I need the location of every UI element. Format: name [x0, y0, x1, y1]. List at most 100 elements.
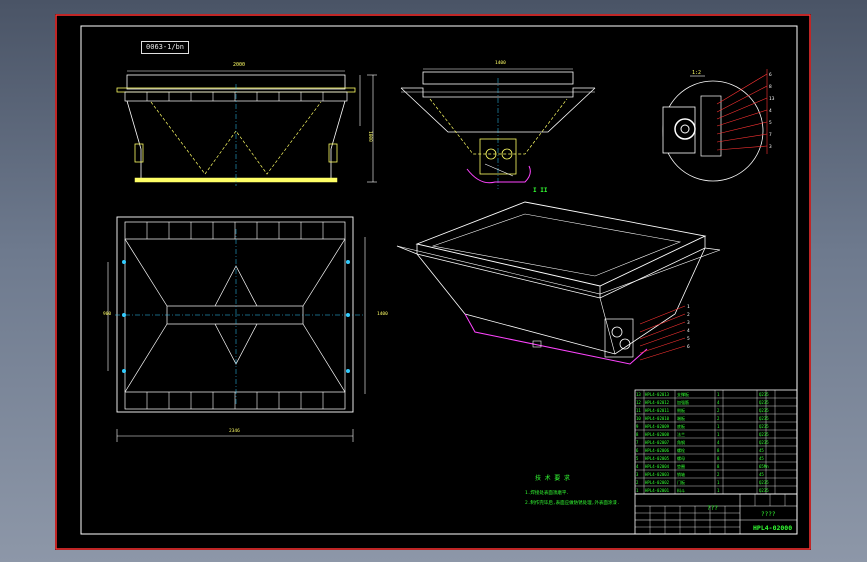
view-marker: 1:2	[692, 70, 701, 76]
bom-cell: 垫圈	[677, 463, 685, 469]
bom-cell: HPL4-02001	[645, 488, 670, 493]
bom-cell: 螺母	[677, 455, 685, 461]
bom-cell: 支撑板	[677, 391, 689, 397]
bom-cell: HPL4-02006	[645, 448, 670, 453]
svg-text:1400: 1400	[377, 311, 388, 317]
svg-text:6: 6	[769, 72, 772, 78]
bom-cell: HPL4-02002	[645, 480, 670, 485]
bom-cell: 45	[759, 456, 764, 461]
svg-text:4: 4	[687, 328, 690, 334]
bom-cell: 1	[717, 488, 720, 493]
bom-cell: 侧板	[677, 407, 685, 413]
svg-text:1400: 1400	[495, 60, 506, 66]
bom-cell: 料斗	[677, 487, 685, 493]
bom-cell: 1	[717, 432, 720, 437]
bom-cell: 1	[717, 480, 720, 485]
side-view: 1400 I II	[400, 60, 596, 194]
bom-cell: 4	[717, 400, 720, 405]
bom-cell: 1	[717, 424, 720, 429]
notes-title: 技 术 要 求	[535, 474, 570, 482]
svg-text:1: 1	[687, 304, 690, 310]
bom-cell: HPL4-02008	[645, 432, 670, 437]
bom-cell: 底板	[677, 423, 685, 429]
bom-cell: 法兰	[677, 431, 685, 437]
bom-cell: Q235	[759, 440, 769, 445]
bom-cell: 2	[717, 416, 720, 421]
bom-cell: Q235	[759, 416, 769, 421]
bom-cell: 65Mn	[759, 464, 769, 469]
bom-cell: 9	[636, 424, 639, 429]
bom-cell: Q235	[759, 400, 769, 405]
bom-cell: 门板	[677, 479, 685, 485]
svg-text:3: 3	[687, 320, 690, 326]
svg-text:7: 7	[769, 132, 772, 138]
top-view: 2346 900 1400	[103, 216, 388, 442]
bom-cell: HPL4-02007	[645, 440, 670, 445]
bom-cell: 7	[636, 440, 639, 445]
bom-cell: 销轴	[677, 471, 685, 477]
bom-cell: Q235	[759, 392, 769, 397]
bom-cell: 8	[717, 464, 720, 469]
drawing-subtitle: ????	[761, 511, 776, 518]
detail-view: 1:2 6 8 13 4 5 7 3	[662, 69, 775, 182]
svg-text:5: 5	[769, 120, 772, 126]
bom-cell: 5	[636, 456, 639, 461]
bom-cell: Q235	[759, 488, 769, 493]
bom-cell: 3	[636, 472, 639, 477]
bom-table: 13 HPL4-02013 支撑板 1 Q23512 HPL4-02012 加强筋 4 Q235…	[634, 389, 798, 495]
bom-cell: 45	[759, 448, 764, 453]
bom-cell: 螺栓	[677, 447, 685, 453]
drawing-number: HPL4-02000	[753, 524, 792, 532]
bom-cell: HPL4-02010	[645, 416, 670, 421]
svg-text:4: 4	[769, 108, 772, 114]
bom-cell: 8	[717, 448, 720, 453]
bom-cell: 4	[717, 440, 720, 445]
bom-cell: 2	[636, 480, 639, 485]
bom-cell: 2	[717, 472, 720, 477]
drawing-stamp: 0063-1/bn	[141, 41, 189, 54]
title-block: ??? ???? HPL4-02000	[634, 493, 798, 535]
svg-text:13: 13	[769, 96, 775, 102]
bom-cell: Q235	[759, 432, 769, 437]
svg-text:1000: 1000	[367, 131, 373, 142]
bom-cell: 1	[717, 392, 720, 397]
bom-cell: 12	[636, 400, 641, 405]
iso-label: I II	[533, 187, 548, 194]
bom-cell: 2	[717, 408, 720, 413]
technical-notes: 技 术 要 求 1.焊接处表面须磨平. 2.制作完毕后,表面应做防锈处理,外表面…	[525, 474, 620, 506]
bom-cell: 加强筋	[677, 399, 689, 405]
bom-cell: 8	[636, 432, 639, 437]
bom-cell: HPL4-02003	[645, 472, 670, 477]
bom-cell: Q235	[759, 408, 769, 413]
note-2: 2.制作完毕后,表面应做防锈处理,外表面涂漆.	[525, 499, 620, 506]
note-1: 1.焊接处表面须磨平.	[525, 489, 569, 496]
bom-cell: 1	[636, 488, 639, 493]
bom-cell: 6	[636, 448, 639, 453]
bom-cell: Q235	[759, 480, 769, 485]
svg-text:6: 6	[687, 344, 690, 350]
bom-cell: 4	[636, 464, 639, 469]
bom-cell: 端板	[677, 415, 685, 421]
bom-cell: HPL4-02011	[645, 408, 670, 413]
bom-cell: HPL4-02009	[645, 424, 670, 429]
bom-cell: HPL4-02005	[645, 456, 670, 461]
bom-cell: HPL4-02013	[645, 392, 670, 397]
bom-cell: 10	[636, 416, 641, 421]
bom-cell: HPL4-02004	[645, 464, 670, 469]
dim-front-width: 2000	[233, 62, 245, 68]
bom-cell: HPL4-02012	[645, 400, 670, 405]
inner-frame	[80, 25, 798, 535]
bom-cell: 13	[636, 392, 641, 397]
drawing-title: ???	[707, 505, 718, 512]
svg-text:2346: 2346	[229, 428, 240, 434]
svg-text:5: 5	[687, 336, 690, 342]
bom-cell: 8	[717, 456, 720, 461]
drawing-svg: 2000 1000 2346 900 1400 1400 I II 1:2 68…	[55, 14, 811, 550]
drawing-sheet: 2000 1000 2346 900 1400 1400 I II 1:2 6 …	[55, 14, 811, 550]
svg-text:900: 900	[103, 311, 111, 317]
svg-text:2: 2	[687, 312, 690, 318]
svg-text:8: 8	[769, 84, 772, 90]
svg-text:3: 3	[769, 144, 772, 150]
bom-cell: 45	[759, 472, 764, 477]
bom-cell: Q235	[759, 424, 769, 429]
